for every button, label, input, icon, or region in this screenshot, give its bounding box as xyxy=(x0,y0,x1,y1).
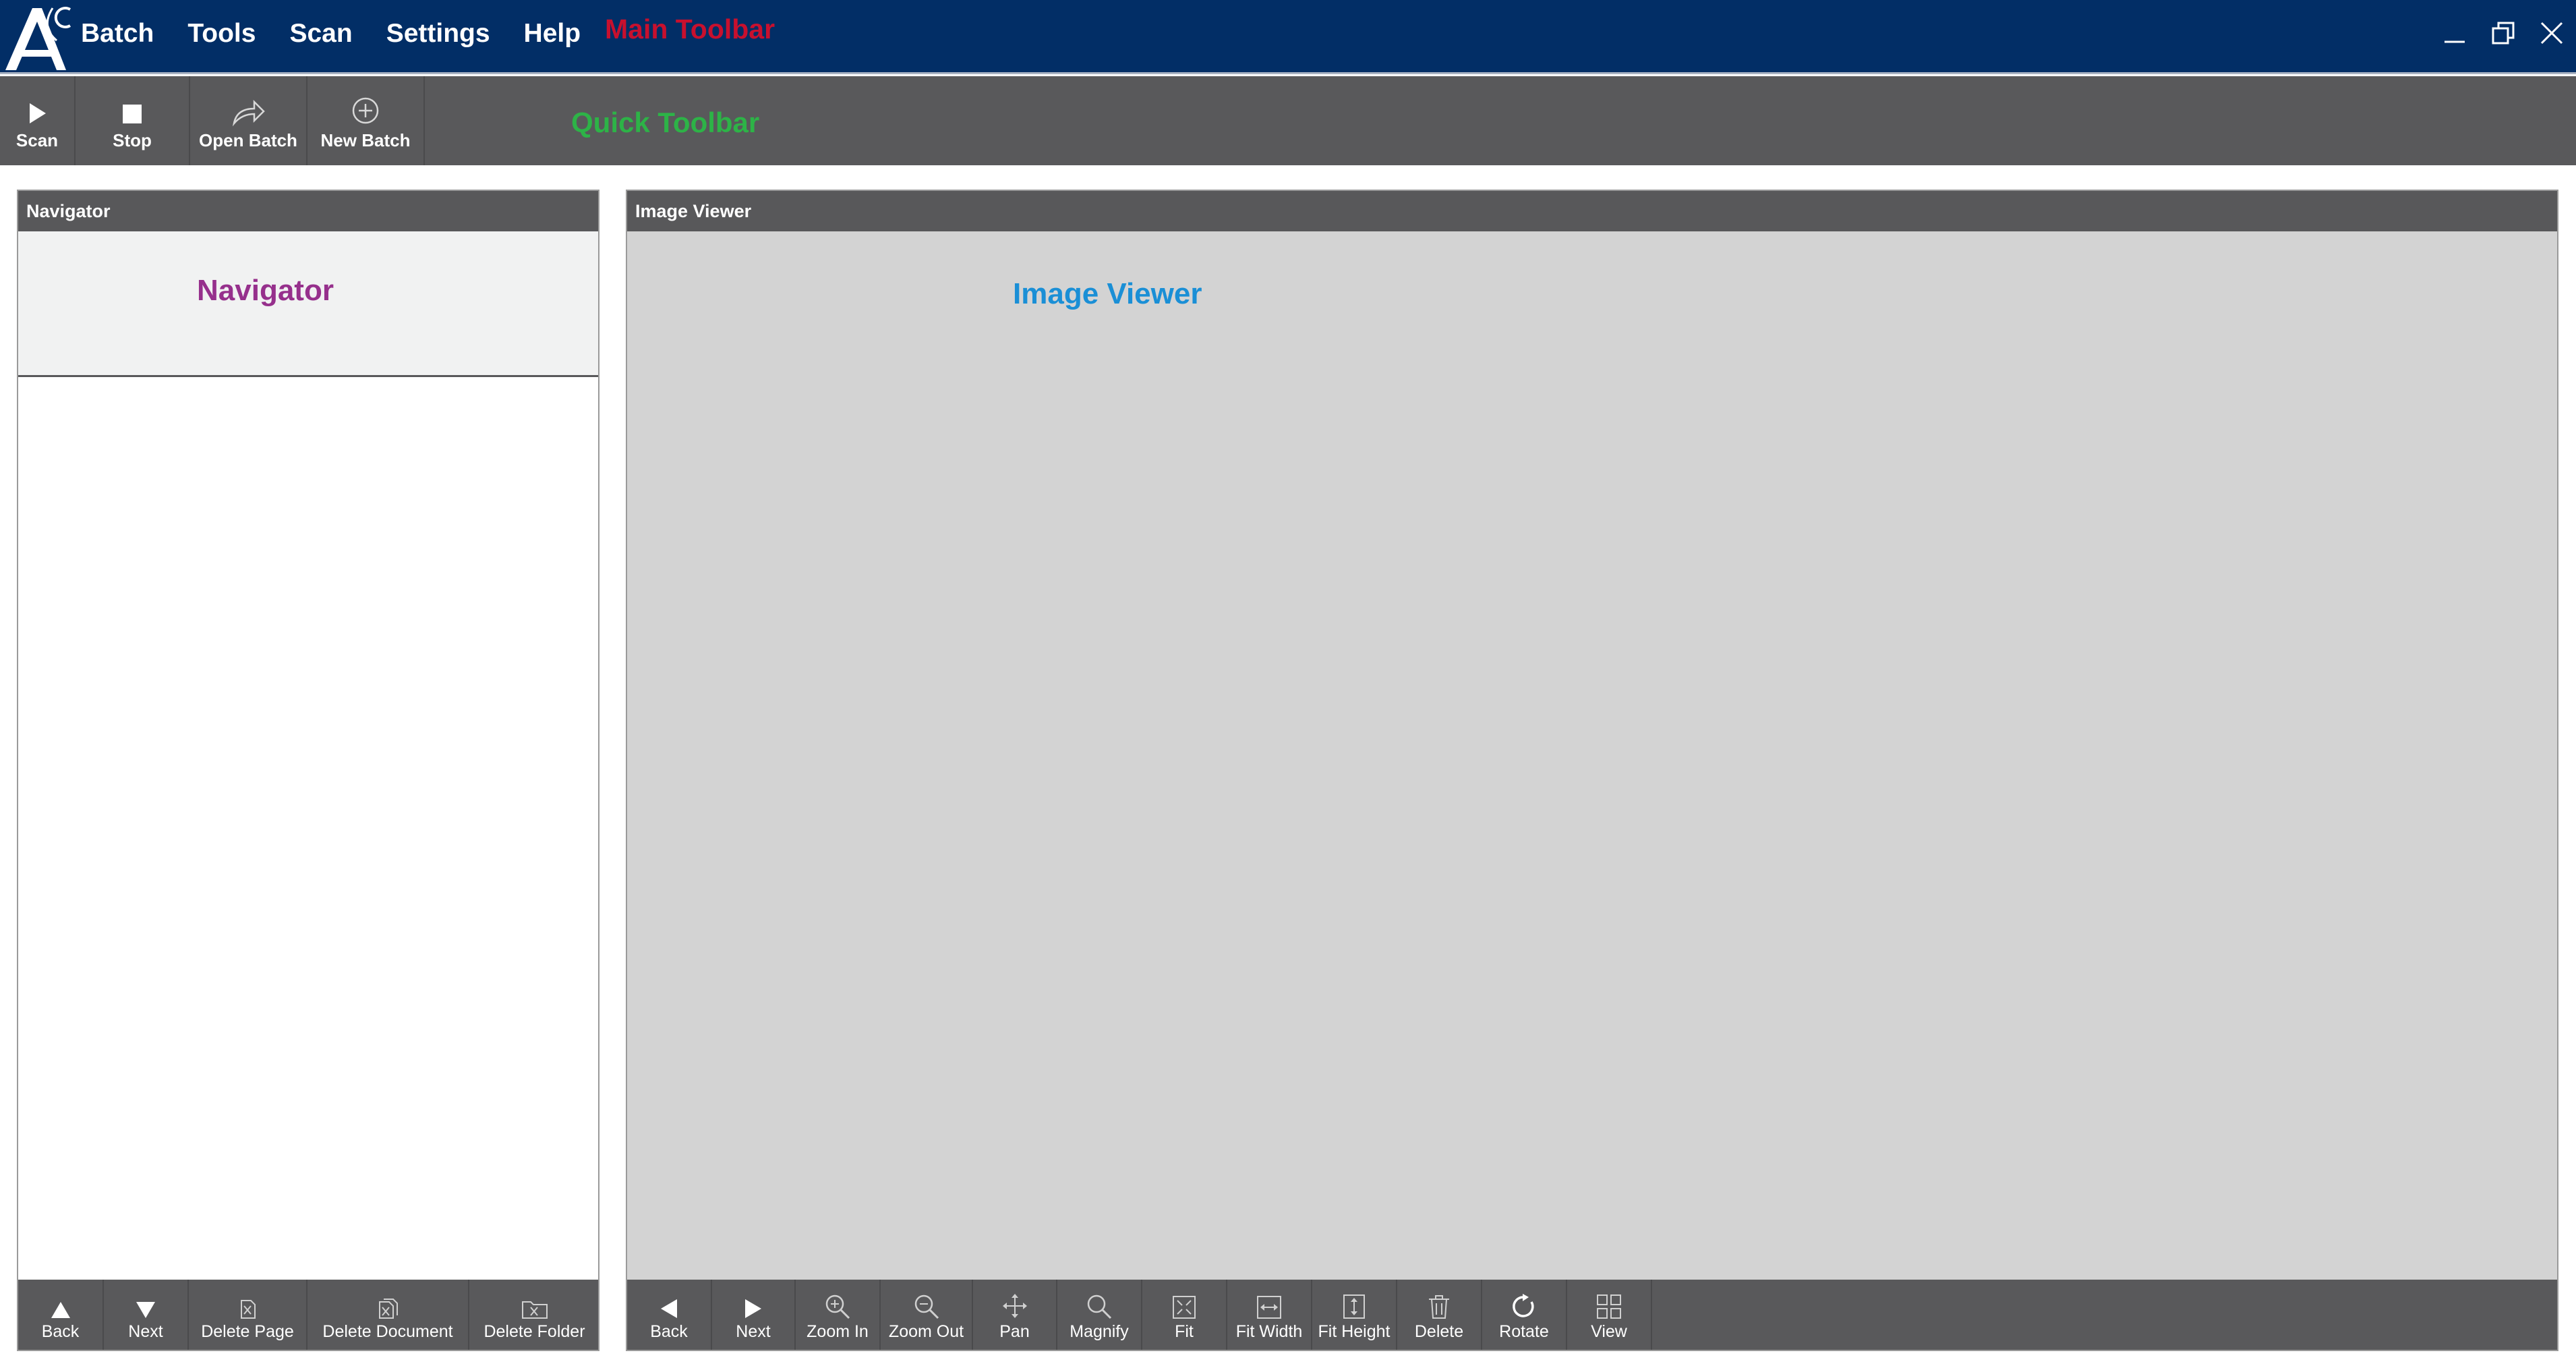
magnify-button[interactable]: Magnify xyxy=(1057,1280,1142,1350)
rotate-icon xyxy=(1513,1293,1534,1317)
plus-circle-icon xyxy=(352,97,379,123)
pan-label: Pan xyxy=(999,1321,1030,1341)
delete-document-icon xyxy=(379,1298,398,1319)
fit-height-label: Fit Height xyxy=(1318,1321,1391,1341)
delete-folder-button[interactable]: Delete Folder xyxy=(469,1280,599,1350)
window-controls xyxy=(2430,9,2576,57)
navigator-toolbar: Back Next Delete Page Delete Document De… xyxy=(18,1280,598,1350)
navigator-panel: Navigator Navigator Back Next Delete Pag… xyxy=(17,190,599,1351)
arrow-down-icon xyxy=(136,1301,155,1318)
zoom-in-icon xyxy=(825,1294,850,1319)
arrow-right-icon xyxy=(745,1299,761,1318)
menu-scan[interactable]: Scan xyxy=(289,19,352,49)
zoom-out-icon xyxy=(914,1294,939,1319)
rotate-label: Rotate xyxy=(1499,1321,1549,1341)
image-viewer-header: Image Viewer xyxy=(627,191,2557,231)
restore-icon xyxy=(2492,22,2515,45)
delete-document-label: Delete Document xyxy=(322,1321,453,1341)
magnify-icon xyxy=(1087,1294,1112,1319)
pan-button[interactable]: Pan xyxy=(973,1280,1057,1350)
navigator-summary-area: Navigator xyxy=(18,231,598,377)
image-viewer-canvas[interactable]: Image Viewer xyxy=(627,231,2557,1280)
viewer-next-button[interactable]: Next xyxy=(712,1280,796,1350)
delete-label: Delete xyxy=(1414,1321,1464,1341)
scan-label: Scan xyxy=(16,130,59,150)
zoom-out-button[interactable]: Zoom Out xyxy=(881,1280,973,1350)
navigator-back-label: Back xyxy=(41,1321,80,1341)
delete-button[interactable]: Delete xyxy=(1397,1280,1482,1350)
close-icon xyxy=(2540,22,2563,45)
viewer-back-button[interactable]: Back xyxy=(627,1280,712,1350)
delete-folder-icon xyxy=(521,1301,548,1319)
navigator-next-label: Next xyxy=(128,1321,163,1341)
delete-document-button[interactable]: Delete Document xyxy=(308,1280,469,1350)
open-arrow-icon xyxy=(232,99,265,126)
view-label: View xyxy=(1591,1321,1627,1341)
play-icon xyxy=(30,103,46,123)
fit-width-label: Fit Width xyxy=(1235,1321,1303,1341)
fit-button[interactable]: Fit xyxy=(1142,1280,1227,1350)
close-button[interactable] xyxy=(2527,9,2576,57)
navigator-annotation: Navigator xyxy=(197,274,334,307)
viewer-back-label: Back xyxy=(650,1321,688,1341)
fit-width-icon xyxy=(1257,1295,1281,1319)
zoom-in-button[interactable]: Zoom In xyxy=(796,1280,881,1350)
image-viewer-annotation: Image Viewer xyxy=(1013,277,1202,310)
restore-button[interactable] xyxy=(2479,9,2527,57)
zoom-in-label: Zoom In xyxy=(807,1321,869,1341)
open-batch-button[interactable]: Open Batch xyxy=(190,76,308,165)
menu-batch[interactable]: Batch xyxy=(81,19,154,49)
main-toolbar: AC Batch Tools Scan Settings Help Main T… xyxy=(0,0,2576,74)
stop-button[interactable]: Stop xyxy=(76,76,190,165)
navigator-tree[interactable] xyxy=(18,379,598,1280)
viewer-next-label: Next xyxy=(736,1321,771,1341)
scan-button[interactable]: Scan xyxy=(0,76,76,165)
delete-page-button[interactable]: Delete Page xyxy=(189,1280,308,1350)
image-viewer-panel: Image Viewer Image Viewer Back Next Zoom… xyxy=(626,190,2558,1351)
minimize-icon xyxy=(2445,40,2465,43)
trash-icon xyxy=(1429,1294,1449,1319)
arrow-up-icon xyxy=(51,1301,70,1318)
app-logo-icon: AC xyxy=(5,7,71,70)
fit-height-button[interactable]: Fit Height xyxy=(1312,1280,1397,1350)
menu-help[interactable]: Help xyxy=(524,19,581,49)
fit-label: Fit xyxy=(1175,1321,1194,1341)
arrow-left-icon xyxy=(661,1299,677,1318)
new-batch-label: New Batch xyxy=(320,130,411,150)
fit-width-button[interactable]: Fit Width xyxy=(1227,1280,1312,1350)
menu-bar: Batch Tools Scan Settings Help xyxy=(81,0,614,67)
app-window: AC Batch Tools Scan Settings Help Main T… xyxy=(0,0,2576,1368)
grid-view-icon xyxy=(1597,1294,1621,1319)
pan-icon xyxy=(1002,1293,1027,1318)
magnify-label: Magnify xyxy=(1070,1321,1129,1341)
image-viewer-toolbar: Back Next Zoom In Zoom Out Pan Magnify F… xyxy=(627,1280,2557,1350)
open-batch-label: Open Batch xyxy=(199,130,297,150)
navigator-next-button[interactable]: Next xyxy=(104,1280,189,1350)
quick-toolbar-annotation: Quick Toolbar xyxy=(571,107,760,138)
zoom-out-label: Zoom Out xyxy=(888,1321,964,1341)
fit-height-icon xyxy=(1343,1294,1365,1319)
delete-folder-label: Delete Folder xyxy=(484,1321,585,1341)
view-button[interactable]: View xyxy=(1567,1280,1652,1350)
menu-settings[interactable]: Settings xyxy=(386,19,490,49)
stop-icon xyxy=(123,104,142,123)
menu-tools[interactable]: Tools xyxy=(187,19,256,49)
main-toolbar-annotation: Main Toolbar xyxy=(605,13,775,45)
quick-toolbar: Scan Stop Open Batch New Batch Quick Too… xyxy=(0,76,2576,165)
rotate-button[interactable]: Rotate xyxy=(1482,1280,1567,1350)
fit-icon xyxy=(1173,1295,1196,1319)
stop-label: Stop xyxy=(113,130,152,150)
new-batch-button[interactable]: New Batch xyxy=(308,76,425,165)
minimize-button[interactable] xyxy=(2430,9,2479,57)
navigator-back-button[interactable]: Back xyxy=(18,1280,104,1350)
delete-page-label: Delete Page xyxy=(201,1321,294,1341)
navigator-header: Navigator xyxy=(18,191,598,231)
delete-page-icon xyxy=(241,1299,256,1319)
